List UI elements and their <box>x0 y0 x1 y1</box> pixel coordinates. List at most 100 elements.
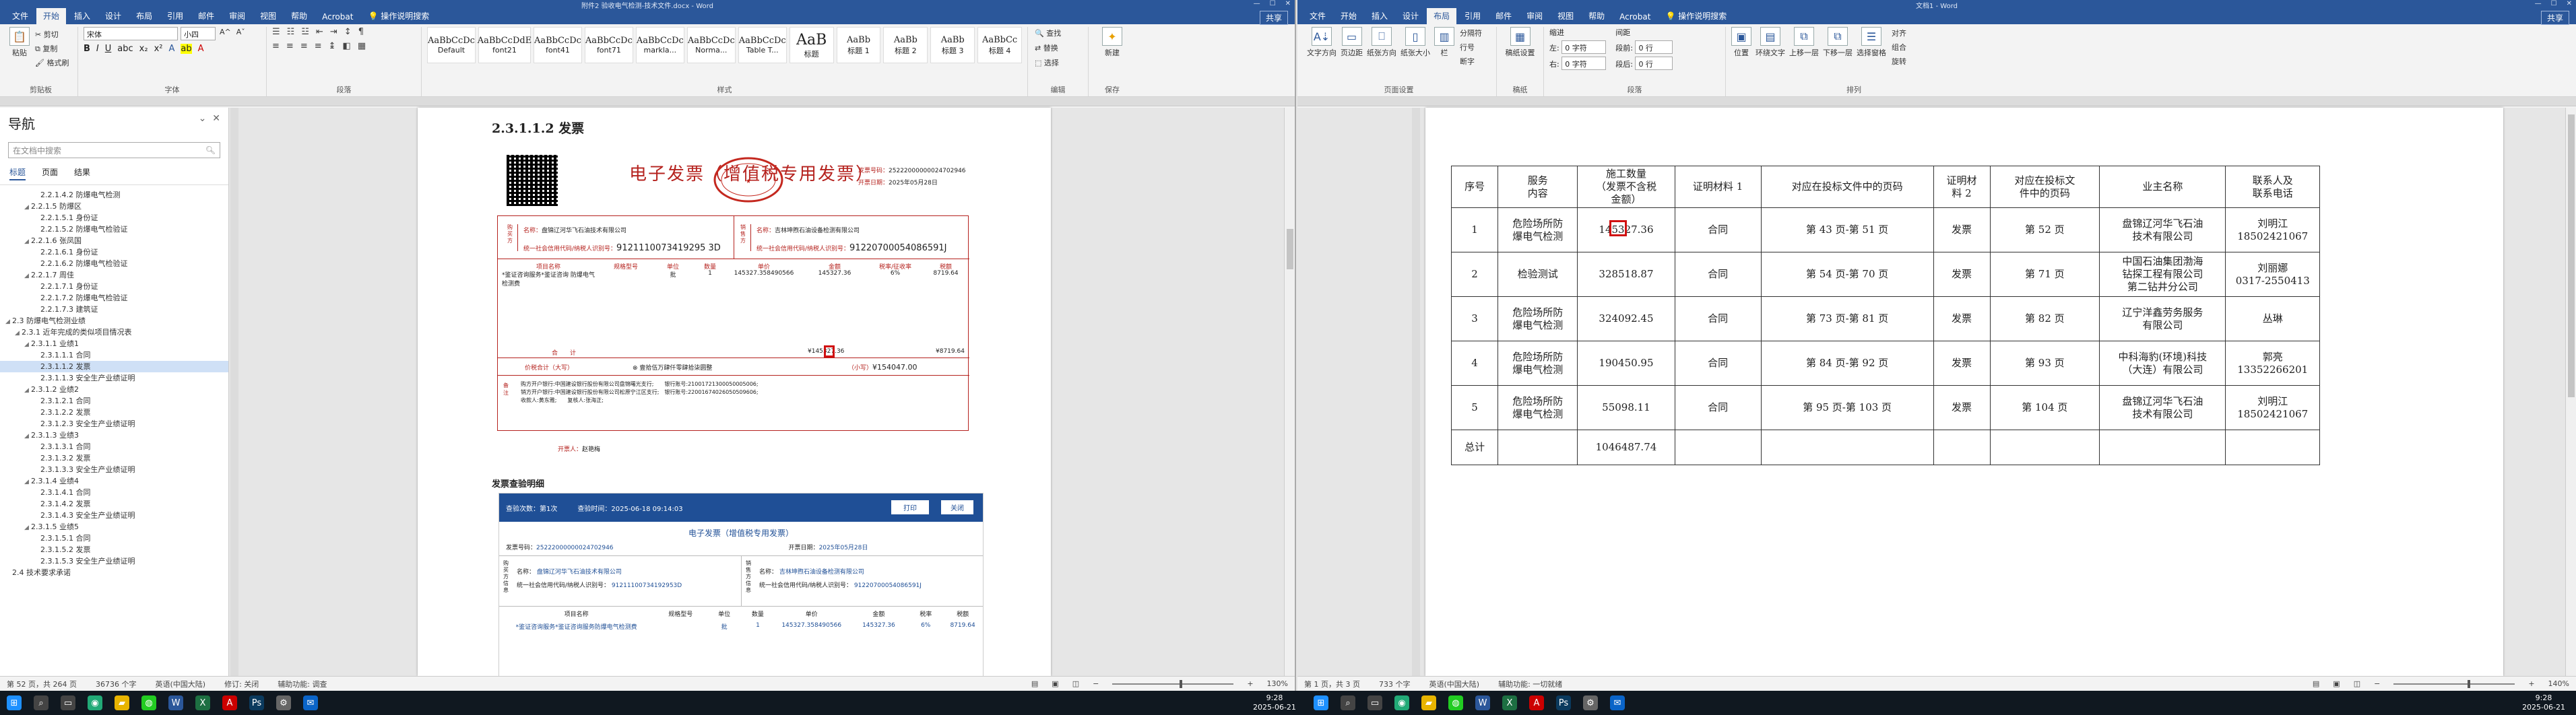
collapse-arrow-icon[interactable]: ◢ <box>24 522 31 534</box>
nav-heading-item[interactable]: 2.3.1.1.3 安全生产业绩证明 <box>0 372 228 384</box>
search-icon[interactable]: ⌕ <box>1341 695 1355 710</box>
style-gallery-item[interactable]: AaBbCc 标题 4 <box>977 27 1023 63</box>
style-gallery-item[interactable]: AaBb 标题 2 <box>883 27 928 63</box>
nav-heading-item[interactable]: ◢ 2.3.1 近年完成的类似项目情况表 <box>0 327 228 338</box>
line-numbers-button[interactable]: 行号 <box>1458 41 1483 53</box>
copy-button[interactable]: ⧉ 复制 <box>34 42 70 55</box>
nav-heading-item[interactable]: 2.3.1.5.1 合同 <box>0 533 228 544</box>
style-gallery-item[interactable]: AaBbCcDc Default <box>427 27 476 63</box>
nav-search-icon[interactable]: 🔍︎ <box>205 145 216 155</box>
maximize-icon[interactable]: ☐ <box>2551 0 2557 7</box>
increase-indent-icon[interactable]: ⇥ <box>330 27 337 37</box>
nav-heading-item[interactable]: 2.2.1.6.2 防爆电气检验证 <box>0 258 228 269</box>
right-zoom-slider[interactable] <box>2393 679 2515 688</box>
rotate-button[interactable]: 旋转 <box>1890 55 1908 67</box>
style-gallery-item[interactable]: AaB 标题 <box>789 27 834 63</box>
excel-icon[interactable]: X <box>195 695 210 710</box>
mail-icon[interactable]: ✉ <box>303 695 318 710</box>
justify-icon[interactable]: ≡ <box>315 41 322 51</box>
highlight-icon[interactable]: ab <box>181 44 192 54</box>
folder-icon[interactable]: ▰ <box>1421 695 1436 710</box>
new-button[interactable]: ✦ 新建 <box>1094 27 1130 58</box>
print-layout-icon[interactable]: ▣ <box>1052 679 1058 688</box>
nav-heading-item[interactable]: 2.2.1.5.1 身份证 <box>0 212 228 224</box>
nav-heading-item[interactable]: 2.2.1.7.1 身份证 <box>0 281 228 292</box>
nav-heading-item[interactable]: 2.3.1.3.2 发票 <box>0 452 228 464</box>
collapse-arrow-icon[interactable]: ◢ <box>24 236 31 248</box>
ribbon-tab[interactable]: 文件 <box>5 8 35 24</box>
style-gallery-item[interactable]: AaBb 标题 3 <box>930 27 975 63</box>
show-marks-icon[interactable]: ¶ <box>358 27 364 37</box>
nav-tab[interactable]: 结果 <box>74 166 90 180</box>
left-zoom-knob[interactable] <box>1180 679 1183 688</box>
ribbon-tab[interactable]: Acrobat <box>315 10 360 24</box>
browser-icon[interactable]: ◉ <box>1394 695 1409 710</box>
ribbon-tab[interactable]: 文件 <box>1303 8 1332 24</box>
left-scroll-thumb[interactable] <box>1287 229 1293 269</box>
wechat-icon[interactable]: ◍ <box>1448 695 1463 710</box>
nav-search-input[interactable]: 在文档中搜索 🔍︎ <box>8 142 220 158</box>
numbering-icon[interactable]: ☷ <box>287 27 295 37</box>
ribbon-tab[interactable]: 开始 <box>1334 8 1363 24</box>
nav-heading-item[interactable]: 2.2.1.7.2 防爆电气检验证 <box>0 292 228 304</box>
nav-heading-item[interactable]: 2.3.1.2.2 发票 <box>0 407 228 418</box>
left-language[interactable]: 英语(中国大陆) <box>155 679 205 689</box>
cut-button[interactable]: ✂ 剪切 <box>34 28 70 40</box>
ribbon-tab[interactable]: 视图 <box>1551 8 1580 24</box>
style-gallery-item[interactable]: AaBbCcDc font71 <box>584 27 633 63</box>
bring-forward-button[interactable]: ⧉ 上移一层 <box>1789 27 1819 58</box>
nav-tab[interactable]: 标题 <box>9 166 26 180</box>
ribbon-tab[interactable]: 审阅 <box>222 8 252 24</box>
shrink-font-icon[interactable]: Aˇ <box>235 27 247 40</box>
web-layout-icon[interactable]: ◫ <box>2354 679 2360 688</box>
excel-icon[interactable]: X <box>1502 695 1517 710</box>
nav-close-icon[interactable]: ✕ <box>212 113 220 124</box>
hyphenation-button[interactable]: 断字 <box>1458 55 1483 67</box>
ribbon-tab[interactable]: 引用 <box>1458 8 1487 24</box>
web-layout-icon[interactable]: ◫ <box>1072 679 1079 688</box>
folder-icon[interactable]: ▰ <box>115 695 129 710</box>
style-gallery-item[interactable]: AaBbCcDdE font21 <box>478 27 532 63</box>
browser-icon[interactable]: ◉ <box>88 695 102 710</box>
nav-heading-item[interactable]: 2.3.1.3.1 合同 <box>0 441 228 452</box>
taskbar-clock-right[interactable]: 9:28 2025-06-21 <box>2522 693 2565 712</box>
right-accessibility[interactable]: 辅助功能: 一切就绪 <box>1498 679 1562 689</box>
print-button[interactable]: 打印 <box>891 500 929 514</box>
style-gallery-item[interactable]: AaBbCcDc markla... <box>635 27 684 63</box>
ribbon-tab[interactable]: 布局 <box>129 8 159 24</box>
maximize-icon[interactable]: ☐ <box>1270 0 1276 7</box>
italic-icon[interactable]: I <box>96 44 99 54</box>
wrap-text-button[interactable]: ▤ 环绕文字 <box>1756 27 1785 58</box>
bold-icon[interactable]: B <box>84 44 90 54</box>
group-button[interactable]: 组合 <box>1890 41 1908 53</box>
close-icon[interactable]: ✕ <box>2567 0 2572 7</box>
right-zoom-knob[interactable] <box>2468 679 2471 688</box>
indent-left-input[interactable]: 0 字符 <box>1561 40 1607 54</box>
nav-options-icon[interactable]: ⌄ <box>199 113 207 124</box>
nav-heading-item[interactable]: 2.3.1.4.2 发票 <box>0 498 228 510</box>
align-button[interactable]: 对齐 <box>1890 27 1908 39</box>
ribbon-tab[interactable]: 设计 <box>98 8 128 24</box>
margins-button[interactable]: ▭ 页边距 <box>1341 27 1363 58</box>
left-page-count[interactable]: 第 52 页，共 264 页 <box>7 679 77 689</box>
multilevel-icon[interactable]: ☳ <box>301 27 309 37</box>
search-icon[interactable]: ⌕ <box>34 695 49 710</box>
right-scroll-thumb[interactable] <box>2568 114 2575 397</box>
zoom-out-icon[interactable]: − <box>1093 679 1099 688</box>
collapse-arrow-icon[interactable]: ◢ <box>24 271 31 282</box>
indent-right-input[interactable]: 0 字符 <box>1561 57 1607 70</box>
left-word-count[interactable]: 36736 个字 <box>96 679 137 689</box>
read-mode-icon[interactable]: ▤ <box>2313 679 2319 688</box>
ribbon-tab[interactable]: 帮助 <box>284 8 314 24</box>
zoom-out-icon[interactable]: − <box>2374 679 2380 688</box>
read-mode-icon[interactable]: ▤ <box>1031 679 1038 688</box>
collapse-arrow-icon[interactable]: ◢ <box>5 316 12 328</box>
grow-font-icon[interactable]: A^ <box>218 27 232 40</box>
collapse-arrow-icon[interactable]: ◢ <box>24 385 31 397</box>
line-spacing-icon[interactable]: ↨ <box>329 41 336 51</box>
style-gallery-item[interactable]: AaBb 标题 1 <box>836 27 881 63</box>
font-name-select[interactable]: 宋体 <box>84 27 178 40</box>
taskbar-clock-left[interactable]: 9:28 2025-06-21 <box>1253 693 1296 712</box>
settings-icon[interactable]: ⚙ <box>276 695 291 710</box>
photoshop-icon[interactable]: Ps <box>1556 695 1571 710</box>
